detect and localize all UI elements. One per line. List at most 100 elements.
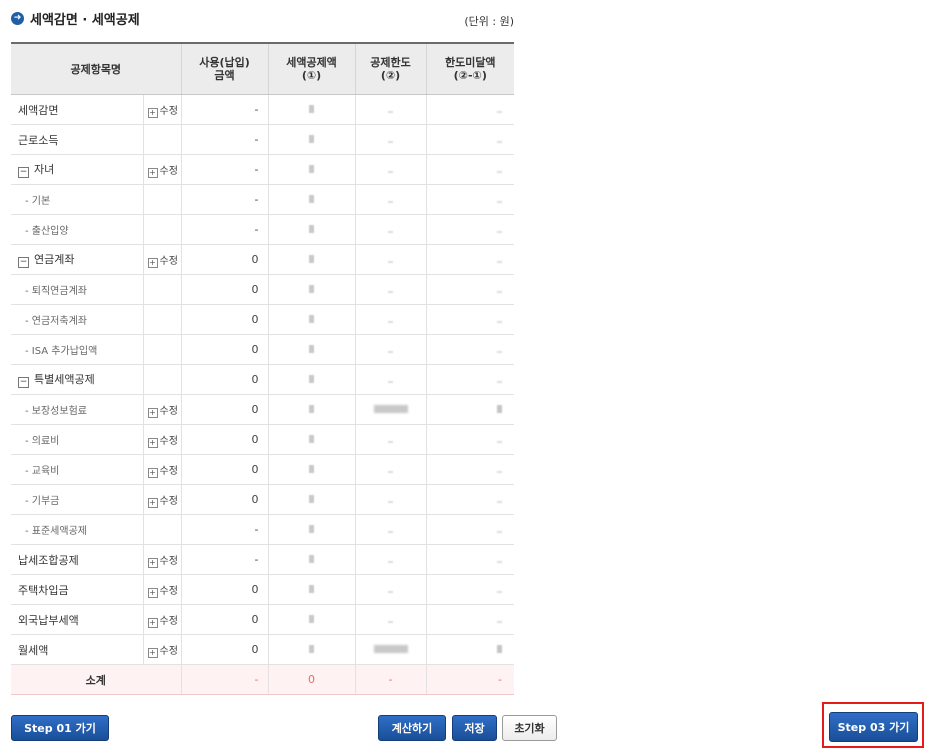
edit-cell — [142, 364, 182, 395]
row-name-cell: 외국납부세액 — [11, 604, 143, 635]
redacted-value — [388, 471, 394, 473]
edit-cell[interactable]: + 수정 — [142, 244, 182, 275]
redacted-value — [309, 495, 315, 503]
edit-link[interactable]: 수정 — [160, 586, 178, 597]
row-name-cell: − 자녀 — [11, 154, 143, 185]
redacted-value — [388, 321, 394, 323]
row-label: - 연금저축계좌 — [25, 316, 87, 327]
row-label: - 표준세액공제 — [25, 526, 87, 537]
calculate-button[interactable]: 계산하기 — [378, 715, 446, 741]
row-name-cell: − 특별세액공제 — [11, 364, 143, 395]
credit-cell — [267, 424, 356, 455]
limit-cell — [354, 454, 427, 485]
redacted-value — [309, 465, 315, 473]
row-label: 세액감면 — [18, 103, 59, 117]
table-row: 세액감면 + 수정 - — [11, 94, 515, 125]
row-name-cell: - 보장성보험료 — [11, 394, 143, 425]
total-row: 소계 -0- - — [11, 664, 515, 695]
limit-cell — [354, 484, 427, 515]
edit-link[interactable]: 수정 — [160, 166, 178, 177]
row-name-cell: 납세조합공제 — [11, 544, 143, 575]
redacted-value — [309, 285, 315, 293]
limit-cell — [354, 544, 427, 575]
edit-cell[interactable]: + 수정 — [142, 394, 182, 425]
edit-link[interactable]: 수정 — [160, 556, 178, 567]
limit-cell — [354, 334, 427, 365]
table-row: - 퇴직연금계좌 0 — [11, 274, 515, 305]
limit-cell — [354, 634, 427, 665]
edit-link[interactable]: 수정 — [160, 646, 178, 657]
row-label: 특별세액공제 — [34, 373, 95, 386]
edit-cell[interactable]: + 수정 — [142, 94, 182, 125]
amount-cell: 0 — [180, 304, 269, 335]
limit-cell — [354, 364, 427, 395]
amount-cell: - — [180, 214, 269, 245]
edit-link[interactable]: 수정 — [160, 616, 178, 627]
edit-cell[interactable]: + 수정 — [142, 154, 182, 185]
total-credit: 0 — [267, 664, 356, 695]
edit-cell[interactable]: + 수정 — [142, 574, 182, 605]
row-label: 주택차입금 — [18, 583, 69, 597]
shortfall-cell — [425, 94, 515, 125]
col-header-amount: 사용(납입) 금액 — [180, 43, 269, 95]
reset-button[interactable]: 초기화 — [502, 715, 557, 741]
amount-cell: 0 — [180, 574, 269, 605]
credit-cell — [267, 604, 356, 635]
edit-link[interactable]: 수정 — [160, 256, 178, 267]
edit-cell[interactable]: + 수정 — [142, 544, 182, 575]
redacted-value — [309, 615, 315, 623]
shortfall-cell — [425, 184, 515, 215]
redacted-value — [497, 501, 503, 503]
limit-cell — [354, 274, 427, 305]
shortfall-cell — [425, 334, 515, 365]
edit-link[interactable]: 수정 — [160, 496, 178, 507]
amount-cell: 0 — [180, 454, 269, 485]
redacted-value — [388, 621, 394, 623]
col-header-shortfall: 한도미달액 (②-①) — [425, 43, 515, 95]
amount-cell: - — [180, 544, 269, 575]
amount-cell: 0 — [180, 634, 269, 665]
step01-button[interactable]: Step 01 가기 — [11, 715, 109, 741]
collapse-icon[interactable]: − — [18, 167, 29, 178]
table-row: - 의료비 + 수정 0 — [11, 424, 515, 455]
edit-cell[interactable]: + 수정 — [142, 604, 182, 635]
plus-box-icon: + — [147, 257, 158, 268]
credit-cell — [267, 124, 356, 155]
edit-cell[interactable]: + 수정 — [142, 454, 182, 485]
edit-cell[interactable]: + 수정 — [142, 424, 182, 455]
redacted-value — [497, 171, 503, 173]
edit-cell[interactable]: + 수정 — [142, 634, 182, 665]
edit-link[interactable]: 수정 — [160, 106, 178, 117]
edit-link[interactable]: 수정 — [160, 406, 178, 417]
save-button[interactable]: 저장 — [452, 715, 497, 741]
edit-link[interactable]: 수정 — [160, 466, 178, 477]
table-row: 근로소득 - — [11, 124, 515, 155]
edit-cell — [142, 334, 182, 365]
shortfall-cell — [425, 304, 515, 335]
collapse-icon[interactable]: − — [18, 377, 29, 388]
credit-cell — [267, 544, 356, 575]
redacted-value — [309, 195, 315, 203]
shortfall-cell — [425, 484, 515, 515]
row-label: - ISA 추가납입액 — [25, 346, 98, 357]
redacted-value — [388, 141, 394, 143]
row-name-cell: - 기본 — [11, 184, 143, 215]
shortfall-cell — [425, 214, 515, 245]
redacted-value — [388, 201, 394, 203]
amount-cell: 0 — [180, 484, 269, 515]
credit-cell — [267, 184, 356, 215]
step03-button[interactable]: Step 03 가기 — [829, 712, 918, 742]
edit-cell[interactable]: + 수정 — [142, 484, 182, 515]
row-label: 연금계좌 — [34, 253, 75, 266]
row-label: - 교육비 — [25, 466, 60, 477]
table-row: - 보장성보험료 + 수정 0 — [11, 394, 515, 425]
credit-cell — [267, 394, 356, 425]
redacted-value — [497, 201, 503, 203]
collapse-icon[interactable]: − — [18, 257, 29, 268]
shortfall-cell — [425, 274, 515, 305]
row-label: - 기본 — [25, 196, 51, 207]
row-name-cell: - 교육비 — [11, 454, 143, 485]
edit-link[interactable]: 수정 — [160, 436, 178, 447]
credit-cell — [267, 514, 356, 545]
total-amount: - — [180, 664, 269, 695]
